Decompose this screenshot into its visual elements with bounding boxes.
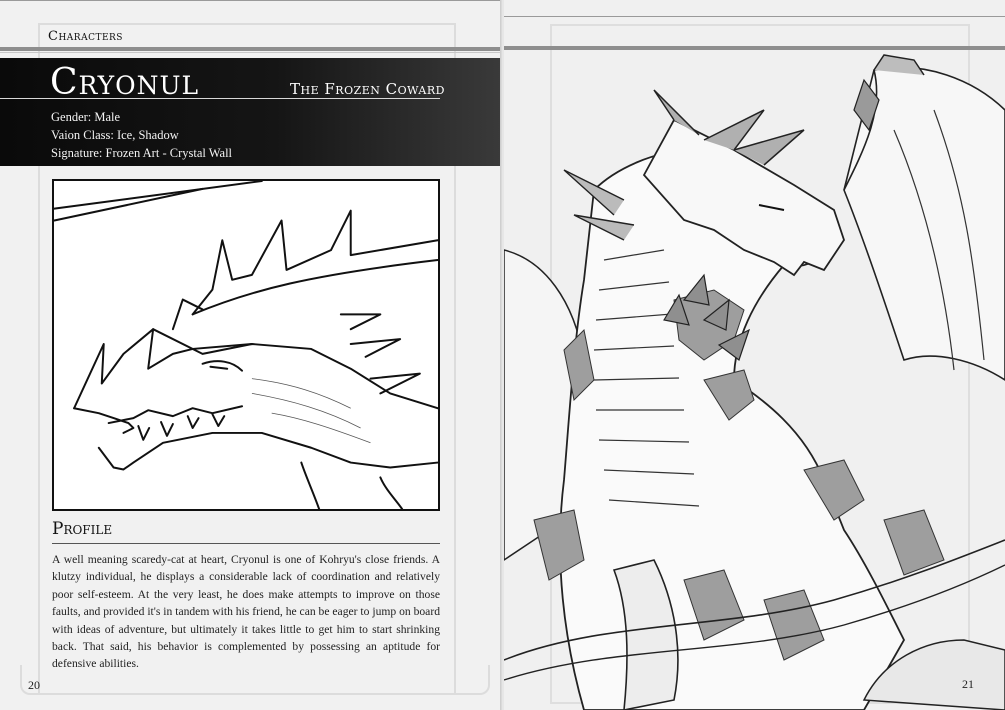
right-page: 21 (504, 0, 1005, 710)
profile-rule (52, 543, 440, 544)
book-spread: Characters Cryonul The Frozen Coward Gen… (0, 0, 1005, 710)
character-details: Gender: Male Vaion Class: Ice, Shadow Si… (51, 108, 232, 162)
character-portrait (52, 179, 440, 511)
section-header: Characters (48, 29, 123, 44)
header-rule-thin (0, 52, 502, 53)
left-page: Characters Cryonul The Frozen Coward Gen… (0, 0, 502, 710)
dragon-full-illustration (504, 54, 1005, 710)
page-number-left: 20 (28, 678, 40, 692)
character-name: Cryonul (50, 62, 200, 103)
detail-gender: Gender: Male (51, 110, 121, 124)
header-rule (0, 47, 502, 51)
dragon-head-illustration (54, 181, 438, 509)
profile-heading: Profile (52, 519, 113, 539)
detail-signature: Signature: Frozen Art - Crystal Wall (51, 146, 233, 160)
banner-rule (0, 98, 440, 99)
detail-vaion-class: Vaion Class: Ice, Shadow (51, 128, 179, 142)
character-epithet: The Frozen Coward (290, 80, 445, 98)
character-title-banner: Cryonul The Frozen Coward Gender: Male V… (0, 58, 502, 166)
profile-text: A well meaning scaredy-cat at heart, Cry… (52, 553, 440, 671)
page-number-right: 21 (962, 677, 974, 691)
